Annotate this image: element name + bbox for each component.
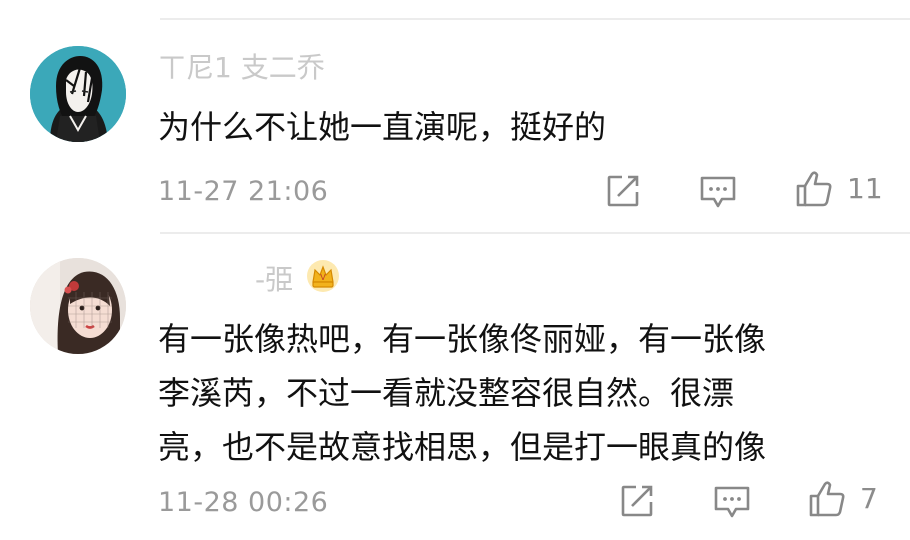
reply-button[interactable] [712, 484, 752, 520]
username[interactable]: ㄒ尼1 支二乔 [158, 50, 325, 86]
user-avatar[interactable] [30, 46, 126, 142]
avatar-illustration [30, 46, 126, 142]
comment-divider [160, 232, 910, 234]
comment-text-line: 亮，也不是故意找相思，但是打一眼真的像 [158, 428, 767, 466]
comment-timestamp: 11-28 00:26 [158, 487, 329, 518]
thumbs-up-icon [809, 481, 845, 517]
svg-text:V: V [320, 273, 326, 282]
comment-icon [700, 176, 736, 208]
like-count: 11 [847, 172, 883, 205]
top-divider [160, 18, 910, 20]
like-count: 7 [860, 482, 878, 515]
vip-crown-badge: V [305, 258, 341, 298]
like-button[interactable]: 7 [808, 480, 878, 518]
like-button[interactable]: 11 [795, 170, 883, 208]
username[interactable]: -弫 [255, 262, 293, 298]
share-icon [621, 485, 653, 517]
comment-text-line: 李溪芮，不过一看就没整容很自然。很漂 [158, 374, 735, 412]
comment-icon [714, 486, 750, 518]
avatar-photo [30, 258, 126, 354]
comment-text-line: 有一张像热吧，有一张像佟丽娅，有一张像 [158, 320, 767, 358]
reply-button[interactable] [698, 174, 738, 210]
user-avatar[interactable] [30, 258, 126, 354]
crown-icon: V [307, 260, 339, 292]
share-button[interactable] [618, 482, 656, 520]
share-button[interactable] [604, 172, 642, 210]
share-icon [607, 175, 639, 207]
comment-text: 为什么不让她一直演呢，挺好的 [158, 108, 607, 146]
comment-timestamp: 11-27 21:06 [158, 176, 329, 207]
thumbs-up-icon [796, 171, 832, 207]
